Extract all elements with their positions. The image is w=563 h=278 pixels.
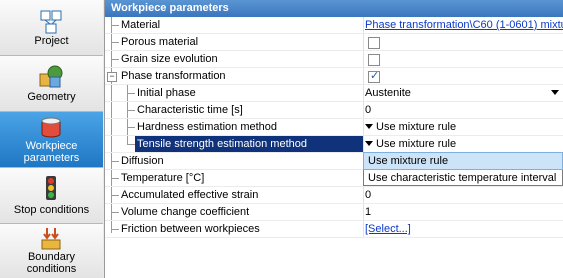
- tensile-strength-dropdown-list: Use mixture rule Use characteristic temp…: [363, 152, 563, 186]
- row-label: Characteristic time [s]: [137, 104, 243, 116]
- row-hardness-estimation[interactable]: Hardness estimation method Use mixture r…: [105, 119, 563, 136]
- divider: [363, 51, 364, 68]
- divider: [105, 237, 563, 238]
- divider: [363, 34, 364, 51]
- divider: [363, 136, 364, 153]
- checkmark-icon: ✓: [370, 70, 380, 82]
- row-initial-phase[interactable]: Initial phase Austenite: [105, 85, 563, 102]
- row-label: Friction between workpieces: [121, 223, 260, 235]
- row-phase-transformation[interactable]: − Phase transformation ✓: [105, 68, 563, 85]
- tree-branch: [127, 93, 135, 94]
- accumulated-strain-field[interactable]: 0: [365, 187, 371, 204]
- tree-branch: [111, 195, 119, 196]
- tree-branch: [111, 161, 119, 162]
- row-label: Accumulated effective strain: [121, 189, 259, 201]
- row-label: Temperature [°C]: [121, 172, 205, 184]
- nav-label-project: Project: [34, 35, 69, 47]
- tree-branch: [127, 127, 135, 128]
- divider: [363, 17, 364, 34]
- phase-transformation-checkbox[interactable]: ✓: [368, 70, 380, 83]
- friction-select-link[interactable]: [Select...]: [365, 221, 411, 238]
- tree-branch: [111, 229, 119, 230]
- row-accumulated-strain[interactable]: Accumulated effective strain 0: [105, 187, 563, 204]
- collapse-toggle[interactable]: −: [107, 72, 117, 82]
- project-icon: [40, 10, 62, 34]
- divider: [363, 85, 364, 102]
- row-label: Tensile strength estimation method: [137, 138, 307, 150]
- traffic-light-icon: [46, 176, 56, 200]
- tree-branch: [111, 25, 119, 26]
- row-label: Initial phase: [137, 87, 196, 99]
- tree-branch: [111, 178, 119, 179]
- tensile-strength-select[interactable]: Use mixture rule: [376, 136, 456, 153]
- nav-label-workpiece-2: parameters: [23, 152, 80, 164]
- row-tensile-strength-estimation[interactable]: Tensile strength estimation method Use m…: [105, 136, 563, 153]
- initial-phase-select[interactable]: Austenite: [365, 85, 411, 102]
- nav-label-boundary-2: conditions: [26, 263, 77, 275]
- boundary-icon: [41, 228, 61, 250]
- geometry-icon: [39, 65, 63, 88]
- row-label: Hardness estimation method: [137, 121, 278, 133]
- tree-branch: [127, 110, 135, 111]
- tree-branch: [111, 212, 119, 213]
- row-label: Volume change coefficient: [121, 206, 250, 218]
- row-material[interactable]: Material Phase transformation\C60 (1-060…: [105, 17, 563, 34]
- row-label: Material: [121, 19, 161, 31]
- divider: [363, 119, 364, 136]
- workpiece-icon: [41, 117, 61, 138]
- nav-item-stop-conditions[interactable]: Stop conditions: [0, 168, 103, 224]
- divider: [363, 102, 364, 119]
- row-label: Diffusion: [121, 155, 164, 167]
- tree-branch: [111, 42, 119, 43]
- row-grain-size-evolution[interactable]: Grain size evolution: [105, 51, 563, 68]
- row-volume-change[interactable]: Volume change coefficient 1: [105, 204, 563, 221]
- divider: [363, 68, 364, 85]
- left-navigation: Project Geometry Workpiece parameters St…: [0, 0, 105, 278]
- dropdown-option-temperature-interval[interactable]: Use characteristic temperature interval: [364, 170, 562, 186]
- panel-title: Workpiece parameters: [105, 0, 563, 17]
- divider: [363, 204, 364, 221]
- grain-size-evolution-checkbox[interactable]: [368, 54, 380, 66]
- divider: [363, 221, 364, 238]
- divider: [363, 187, 364, 204]
- row-label: Grain size evolution: [121, 53, 218, 65]
- chevron-down-icon[interactable]: [551, 90, 559, 95]
- chevron-down-icon[interactable]: [365, 141, 373, 146]
- row-porous-material[interactable]: Porous material: [105, 34, 563, 51]
- row-label: Porous material: [121, 36, 199, 48]
- chevron-down-icon[interactable]: [365, 124, 373, 129]
- nav-item-boundary-conditions[interactable]: Boundary conditions: [0, 224, 103, 278]
- tree-branch: [111, 59, 119, 60]
- hardness-estimation-select[interactable]: Use mixture rule: [376, 119, 456, 136]
- row-characteristic-time[interactable]: Characteristic time [s] 0: [105, 102, 563, 119]
- characteristic-time-field[interactable]: 0: [365, 102, 371, 119]
- nav-label-stop-conditions: Stop conditions: [13, 204, 90, 216]
- porous-material-checkbox[interactable]: [368, 37, 380, 49]
- nav-item-geometry[interactable]: Geometry: [0, 56, 103, 112]
- row-label: Phase transformation: [121, 70, 226, 82]
- row-friction[interactable]: Friction between workpieces [Select...]: [105, 221, 563, 238]
- dropdown-option-mixture-rule[interactable]: Use mixture rule: [363, 152, 563, 170]
- workpiece-parameters-panel: Workpiece parameters Material Phase tran…: [105, 0, 563, 278]
- nav-item-workpiece-parameters[interactable]: Workpiece parameters: [0, 112, 103, 168]
- nav-item-project[interactable]: Project: [0, 0, 103, 56]
- tree-branch: [127, 144, 135, 145]
- volume-change-field[interactable]: 1: [365, 204, 371, 221]
- material-link[interactable]: Phase transformation\C60 (1-0601) mixtur…: [365, 17, 563, 34]
- nav-label-geometry: Geometry: [27, 91, 76, 103]
